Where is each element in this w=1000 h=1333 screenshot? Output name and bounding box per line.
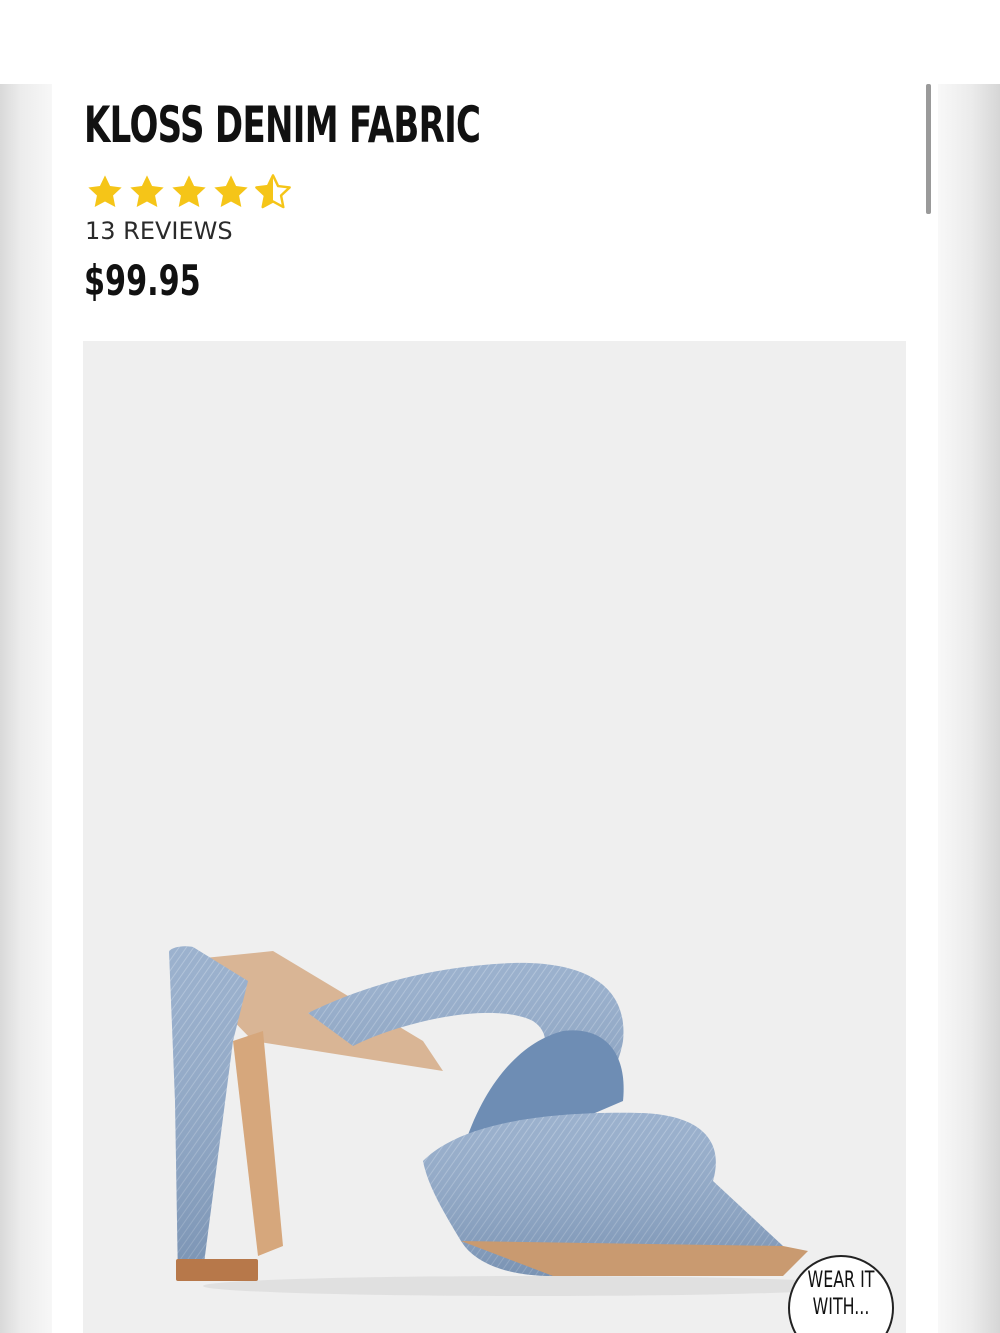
product-image[interactable]: [83, 341, 906, 1333]
rating-stars[interactable]: [84, 170, 294, 214]
star-icon: [172, 175, 206, 208]
screenshot-frame: KLOSS DENIM FABRIC 13 REVIEWS $99.95 WEA…: [0, 0, 1000, 1333]
product-title: KLOSS DENIM FABRIC: [84, 96, 481, 154]
star-half-icon: [255, 174, 291, 209]
wear-it-label: WEAR IT: [807, 1268, 875, 1293]
star-icon: [88, 175, 122, 208]
star-icon: [130, 175, 164, 208]
star-icon: [214, 175, 248, 208]
reviews-link[interactable]: 13 REVIEWS: [85, 214, 233, 248]
product-price: $99.95: [84, 256, 201, 305]
with-label: WITH...: [812, 1295, 870, 1320]
left-shadow: [0, 84, 52, 1333]
right-shadow: [938, 84, 1000, 1333]
denim-heel-sandal-image: [169, 946, 863, 1296]
scrollbar[interactable]: [926, 84, 931, 214]
